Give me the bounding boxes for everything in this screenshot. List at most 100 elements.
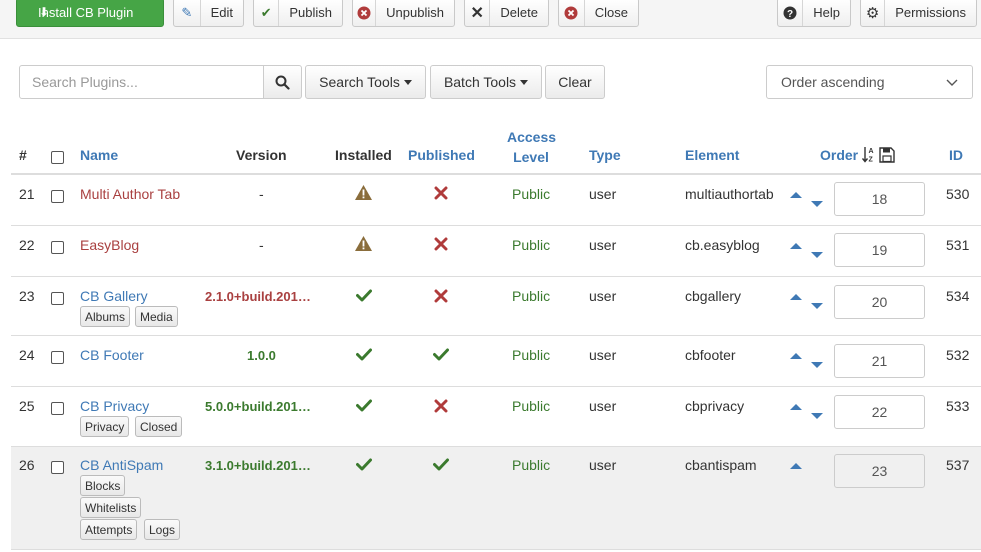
order-select[interactable]: Order ascending <box>766 65 973 99</box>
row-checkbox[interactable] <box>51 461 64 474</box>
row-checkbox[interactable] <box>51 402 64 415</box>
search-tools-button[interactable]: Search Tools <box>305 65 426 99</box>
move-up-icon[interactable] <box>790 294 802 300</box>
row-checkbox[interactable] <box>51 241 64 254</box>
order-input[interactable]: 22 <box>834 395 925 429</box>
order-input[interactable]: 19 <box>834 233 925 267</box>
tab-tag-button[interactable]: Attempts <box>80 519 138 540</box>
batch-tools-label: Batch Tools <box>443 74 517 90</box>
close-button[interactable]: Close <box>558 0 639 27</box>
tab-tag-button[interactable]: Privacy <box>80 416 130 437</box>
batch-tools-button[interactable]: Batch Tools <box>430 65 542 99</box>
install-cb-plugin-button[interactable]: ⬇ Install CB Plugin <box>16 0 164 27</box>
unpublish-button[interactable]: Unpublish <box>352 0 455 27</box>
delete-button[interactable]: ✕ Delete <box>464 0 549 27</box>
published-check-icon[interactable] <box>433 348 449 361</box>
save-order-icon[interactable] <box>879 147 895 163</box>
installed-check-icon <box>356 399 372 412</box>
plugin-name-link[interactable]: CB Footer <box>80 347 144 363</box>
delete-label: Delete <box>500 5 538 20</box>
header-type[interactable]: Type <box>589 147 621 163</box>
plugin-element: multiauthortab <box>685 186 774 202</box>
header-access-line2: Level <box>513 149 549 165</box>
install-label: Install CB Plugin <box>38 5 134 20</box>
tab-tag-button[interactable]: Closed <box>135 416 183 437</box>
header-published[interactable]: Published <box>408 147 475 163</box>
search-tools-label: Search Tools <box>319 74 400 90</box>
installed-check-icon <box>356 289 372 302</box>
help-icon: ? <box>778 0 804 26</box>
tab-tag-button[interactable]: Albums <box>80 306 131 327</box>
tab-tag-button[interactable]: Blocks <box>80 475 126 496</box>
header-version: Version <box>236 147 287 163</box>
header-num[interactable]: # <box>19 147 27 163</box>
search-icon <box>275 75 290 90</box>
order-input[interactable]: 23 <box>834 454 925 488</box>
unpublished-icon[interactable] <box>434 237 448 251</box>
tab-tag-button[interactable]: Logs <box>144 519 181 540</box>
installed-check-icon <box>356 348 372 361</box>
plugin-name-link[interactable]: Multi Author Tab <box>80 186 180 202</box>
plugin-type: user <box>589 186 617 202</box>
row-divider <box>11 335 981 336</box>
access-level-link[interactable]: Public <box>512 186 550 202</box>
unpublished-icon[interactable] <box>434 186 448 200</box>
warning-icon[interactable] <box>354 235 373 252</box>
move-up-icon[interactable] <box>790 463 802 469</box>
move-down-icon[interactable] <box>811 413 823 419</box>
row-checkbox[interactable] <box>51 292 64 305</box>
move-down-icon[interactable] <box>811 362 823 368</box>
header-element[interactable]: Element <box>685 147 739 163</box>
help-label: Help <box>813 5 840 20</box>
search-input[interactable]: Search Plugins... <box>19 65 264 99</box>
order-input[interactable]: 18 <box>834 182 925 216</box>
access-level-link[interactable]: Public <box>512 457 550 473</box>
row-checkbox[interactable] <box>51 351 64 364</box>
plugin-name-link[interactable]: CB Gallery <box>80 288 148 304</box>
row-checkbox[interactable] <box>51 190 64 203</box>
unpublished-icon[interactable] <box>434 289 448 303</box>
search-button[interactable] <box>263 65 302 99</box>
header-order[interactable]: Order <box>820 147 858 163</box>
tab-tag-button[interactable]: Media <box>135 306 178 327</box>
published-check-icon[interactable] <box>433 458 449 471</box>
plugin-name-link[interactable]: CB AntiSpam <box>80 457 163 473</box>
access-level-link[interactable]: Public <box>512 288 550 304</box>
close-label: Close <box>594 5 628 20</box>
access-level-link[interactable]: Public <box>512 347 550 363</box>
select-all-checkbox[interactable] <box>51 151 64 164</box>
move-up-icon[interactable] <box>790 192 802 198</box>
chevron-down-icon <box>946 79 958 86</box>
permissions-button[interactable]: ⚙ Permissions <box>860 0 977 27</box>
sort-ascending-icon: A Z <box>862 147 874 163</box>
move-down-icon[interactable] <box>811 303 823 309</box>
move-up-icon[interactable] <box>790 353 802 359</box>
access-level-link[interactable]: Public <box>512 237 550 253</box>
help-button[interactable]: ? Help <box>777 0 851 27</box>
order-input[interactable]: 20 <box>834 285 925 319</box>
move-down-icon[interactable] <box>811 201 823 207</box>
plugin-name-link[interactable]: CB Privacy <box>80 398 149 414</box>
header-divider <box>11 173 981 175</box>
warning-icon[interactable] <box>354 184 373 201</box>
plugin-name-link[interactable]: EasyBlog <box>80 237 139 253</box>
header-installed: Installed <box>335 147 392 163</box>
move-up-icon[interactable] <box>790 404 802 410</box>
plugin-version: 2.1.0+build.201… <box>205 289 311 304</box>
order-input[interactable]: 21 <box>834 344 925 378</box>
tab-tag-button[interactable]: Whitelists <box>80 497 142 518</box>
plugin-id: 530 <box>946 186 970 202</box>
move-down-icon[interactable] <box>811 252 823 258</box>
clear-button[interactable]: Clear <box>545 65 605 99</box>
unpublished-icon[interactable] <box>434 399 448 413</box>
move-up-icon[interactable] <box>790 243 802 249</box>
permissions-label: Permissions <box>895 5 966 20</box>
header-name[interactable]: Name <box>80 147 118 163</box>
header-id[interactable]: ID <box>949 147 963 163</box>
edit-button[interactable]: ✎ Edit <box>173 0 244 27</box>
plugin-element: cbgallery <box>685 288 742 304</box>
clear-label: Clear <box>558 74 592 90</box>
access-level-link[interactable]: Public <box>512 398 550 414</box>
publish-button[interactable]: ✔ Publish <box>253 0 343 27</box>
header-access-level[interactable]: Access Level <box>507 127 556 167</box>
